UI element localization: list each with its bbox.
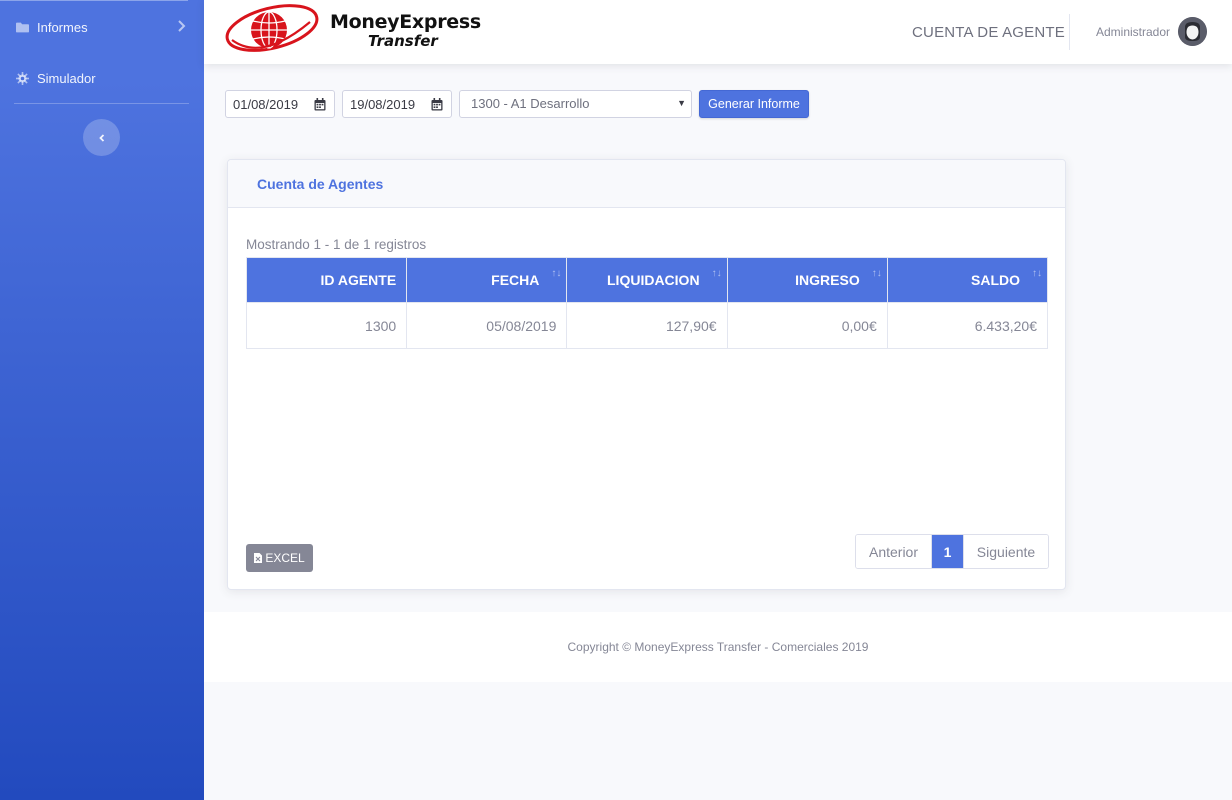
caret-down-icon: ▼ — [677, 98, 686, 108]
topbar-divider — [1069, 14, 1070, 50]
column-header-liquidacion[interactable]: LIQUIDACION ↑↓ — [566, 257, 728, 303]
pagination-next-button[interactable]: Siguiente — [964, 535, 1048, 568]
logo-text-money-express: MoneyExpress — [330, 11, 481, 33]
table-row: 1300 05/08/2019 127,90€ 0,00€ 6.433,20€ — [245, 302, 1049, 349]
cell-liquidacion: 127,90€ — [566, 302, 728, 349]
sort-icon: ↑↓ — [711, 268, 722, 279]
column-header-saldo[interactable]: SALDO ↑↓ — [886, 257, 1049, 303]
card-header: Cuenta de Agentes — [228, 160, 1065, 208]
calendar-icon[interactable] — [431, 98, 443, 111]
sidebar-item-simulador[interactable]: Simulador — [0, 58, 204, 98]
cell-ingreso: 0,00€ — [726, 302, 888, 349]
sidebar-divider — [14, 103, 189, 104]
agent-select-value: 1300 - A1 Desarrollo — [471, 96, 590, 111]
agent-account-table: ID AGENTE FECHA ↑↓ LIQUIDACION ↑↓ INGRES… — [245, 257, 1049, 349]
cell-fecha: 05/08/2019 — [406, 302, 568, 349]
sidebar-item-label: Informes — [37, 19, 88, 35]
table-header-row: ID AGENTE FECHA ↑↓ LIQUIDACION ↑↓ INGRES… — [245, 257, 1049, 303]
brand-logo[interactable]: MoneyExpress Transfer — [222, 0, 482, 60]
column-header-ingreso[interactable]: INGRESO ↑↓ — [726, 257, 888, 303]
pagination: Anterior 1 Siguiente — [855, 534, 1049, 569]
avatar[interactable] — [1178, 17, 1207, 46]
sidebar: Informes Simulador — [0, 0, 204, 800]
globe-logo-icon — [225, 4, 319, 52]
date-to-value: 19/08/2019 — [350, 97, 416, 112]
chevron-left-icon — [98, 133, 104, 142]
calendar-icon[interactable] — [314, 98, 326, 111]
date-from-input[interactable]: 01/08/2019 — [225, 90, 335, 118]
file-excel-icon — [254, 553, 263, 563]
records-info: Mostrando 1 - 1 de 1 registros — [246, 237, 427, 252]
sidebar-toggle-button[interactable] — [83, 119, 120, 156]
cell-saldo: 6.433,20€ — [886, 302, 1049, 349]
cell-id-agente: 1300 — [245, 302, 408, 349]
pagination-page-1[interactable]: 1 — [932, 535, 964, 568]
gear-icon — [16, 71, 29, 85]
user-name[interactable]: Administrador — [1096, 25, 1170, 39]
card-title: Cuenta de Agentes — [257, 176, 384, 192]
export-excel-label: EXCEL — [265, 551, 305, 565]
chevron-right-icon — [178, 20, 186, 32]
logo-text-transfer: Transfer — [368, 32, 438, 50]
date-to-input[interactable]: 19/08/2019 — [342, 90, 452, 118]
column-header-id-agente[interactable]: ID AGENTE — [245, 257, 408, 303]
column-header-fecha[interactable]: FECHA ↑↓ — [406, 257, 568, 303]
folder-icon — [16, 22, 29, 32]
agent-account-card: Cuenta de Agentes Mostrando 1 - 1 de 1 r… — [227, 159, 1066, 590]
sidebar-item-informes[interactable]: Informes — [0, 7, 204, 47]
export-excel-button[interactable]: EXCEL — [246, 544, 313, 572]
topbar: MoneyExpress Transfer CUENTA DE AGENTE A… — [204, 0, 1232, 64]
sort-icon: ↑↓ — [1032, 268, 1042, 279]
footer: Copyright © MoneyExpress Transfer - Come… — [204, 612, 1232, 682]
sort-icon: ↑↓ — [551, 268, 562, 279]
user-avatar-icon — [1178, 17, 1207, 46]
generate-report-button[interactable]: Generar Informe — [699, 90, 809, 118]
sidebar-top-divider — [0, 0, 188, 1]
sort-icon: ↑↓ — [871, 268, 882, 279]
copyright-text: Copyright © MoneyExpress Transfer - Come… — [567, 640, 869, 654]
sidebar-item-label: Simulador — [37, 70, 96, 86]
date-from-value: 01/08/2019 — [233, 97, 299, 112]
agent-select[interactable]: 1300 - A1 Desarrollo ▼ — [459, 90, 692, 118]
pagination-prev-button[interactable]: Anterior — [856, 535, 932, 568]
page-title: CUENTA DE AGENTE — [912, 24, 1065, 41]
